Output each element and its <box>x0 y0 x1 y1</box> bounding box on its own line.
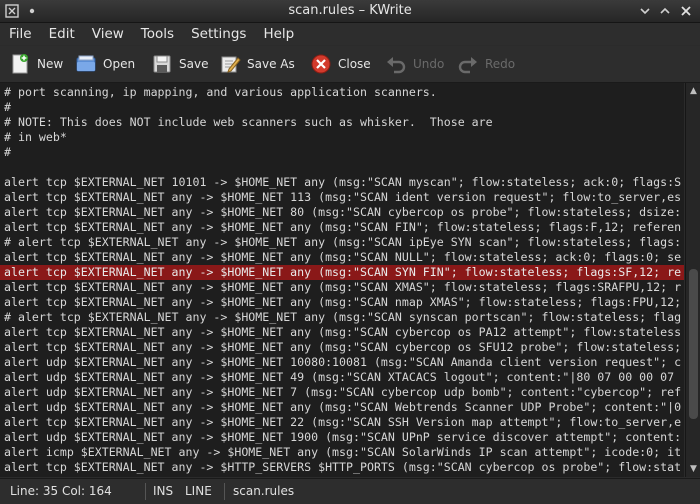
new-document-icon <box>9 53 31 75</box>
undo-icon <box>385 53 407 75</box>
redo-label: Redo <box>485 57 516 71</box>
new-label: New <box>37 57 64 71</box>
editor-line: alert icmp $EXTERNAL_NET any -> $HOME_NE… <box>4 445 682 459</box>
menu-bar: File Edit View Tools Settings Help <box>0 23 700 45</box>
editor-line: alert udp $EXTERNAL_NET any -> $HOME_NET… <box>4 370 675 384</box>
selection-mode[interactable]: LINE <box>179 479 218 504</box>
editor-line: # <box>4 100 11 114</box>
status-divider <box>224 483 225 500</box>
scroll-down-icon[interactable]: ▼ <box>686 462 700 476</box>
menu-view[interactable]: View <box>82 23 131 45</box>
menu-file[interactable]: File <box>0 23 39 45</box>
editor-line: alert tcp $EXTERNAL_NET 10101 -> $HOME_N… <box>4 175 682 189</box>
redo-icon <box>457 53 479 75</box>
close-icon <box>310 53 332 75</box>
window-title: scan.rules – KWrite <box>288 3 412 18</box>
text-editor[interactable]: # port scanning, ip mapping, and various… <box>0 83 684 477</box>
editor-line: alert tcp $EXTERNAL_NET any -> $HOME_NET… <box>4 220 682 234</box>
minimize-icon[interactable] <box>636 2 654 20</box>
maximize-icon[interactable] <box>656 2 674 20</box>
vertical-scrollbar[interactable]: ▲ ▼ <box>685 83 700 477</box>
open-label: Open <box>103 57 136 71</box>
cursor-position: Line: 35 Col: 164 <box>10 484 112 498</box>
save-button[interactable]: Save <box>151 51 208 77</box>
editor-line: alert tcp $EXTERNAL_NET any -> $HTTP_SER… <box>4 460 682 474</box>
editor-line: # NOTE: This does NOT include web scanne… <box>4 115 493 129</box>
editor-line: # alert tcp $EXTERNAL_NET any -> $HOME_N… <box>4 310 682 324</box>
editor-line: alert udp $EXTERNAL_NET any -> $HOME_NET… <box>4 430 682 444</box>
save-as-button[interactable]: Save As <box>219 51 295 77</box>
undo-button[interactable]: Undo <box>385 51 444 77</box>
status-bar: Line: 35 Col: 164 INS LINE scan.rules <box>0 478 700 504</box>
editor-line: alert udp $EXTERNAL_NET any -> $HOME_NET… <box>4 355 682 369</box>
menu-settings[interactable]: Settings <box>181 23 253 45</box>
editor-line: alert udp $EXTERNAL_NET any -> $HOME_NET… <box>4 400 682 414</box>
save-as-icon <box>219 53 241 75</box>
editor-line: # alert tcp $EXTERNAL_NET any -> $HOME_N… <box>4 235 682 249</box>
insert-mode[interactable]: INS <box>147 479 179 504</box>
editor-line: alert tcp $EXTERNAL_NET any -> $HOME_NET… <box>4 415 682 429</box>
scroll-up-icon[interactable]: ▲ <box>686 84 700 98</box>
menu-tools[interactable]: Tools <box>131 23 181 45</box>
save-as-label: Save As <box>247 57 295 71</box>
scrollbar-thumb[interactable] <box>689 269 698 419</box>
title-bar: scan.rules – KWrite <box>0 0 700 23</box>
editor-line: alert tcp $EXTERNAL_NET any -> $HOME_NET… <box>4 280 682 294</box>
editor-line: alert tcp $EXTERNAL_NET any -> $HOME_NET… <box>4 190 682 204</box>
editor-line: alert tcp $EXTERNAL_NET any -> $HOME_NET… <box>4 295 682 309</box>
menu-help[interactable]: Help <box>253 23 301 45</box>
editor-line: alert tcp $EXTERNAL_NET any -> $HOME_NET… <box>4 205 682 219</box>
new-button[interactable]: New <box>9 51 63 77</box>
close-window-icon[interactable] <box>677 2 695 20</box>
save-label: Save <box>179 57 209 71</box>
editor-line-highlighted: alert tcp $EXTERNAL_NET any -> $HOME_NET… <box>0 265 684 280</box>
status-divider <box>145 483 146 500</box>
editor-line: alert tcp $EXTERNAL_NET any -> $HOME_NET… <box>4 250 682 264</box>
editor-line: alert tcp $EXTERNAL_NET any -> $HOME_NET… <box>4 340 682 354</box>
editor-line: # in web* <box>4 130 67 144</box>
menu-edit[interactable]: Edit <box>39 23 82 45</box>
open-button[interactable]: Open <box>75 51 135 77</box>
editor-line: # port scanning, ip mapping, and various… <box>4 85 437 99</box>
status-filename: scan.rules <box>233 484 295 498</box>
close-label: Close <box>338 57 371 71</box>
open-folder-icon <box>75 53 97 75</box>
redo-button[interactable]: Redo <box>457 51 515 77</box>
main-toolbar: New Open Save Save As Close Undo Redo <box>0 46 700 83</box>
undo-label: Undo <box>413 57 445 71</box>
editor-line: # <box>4 145 11 159</box>
close-button[interactable]: Close <box>310 51 371 77</box>
editor-line: alert tcp $EXTERNAL_NET any -> $HOME_NET… <box>4 325 682 339</box>
save-disk-icon <box>151 53 173 75</box>
editor-line: alert udp $EXTERNAL_NET any -> $HOME_NET… <box>4 385 682 399</box>
